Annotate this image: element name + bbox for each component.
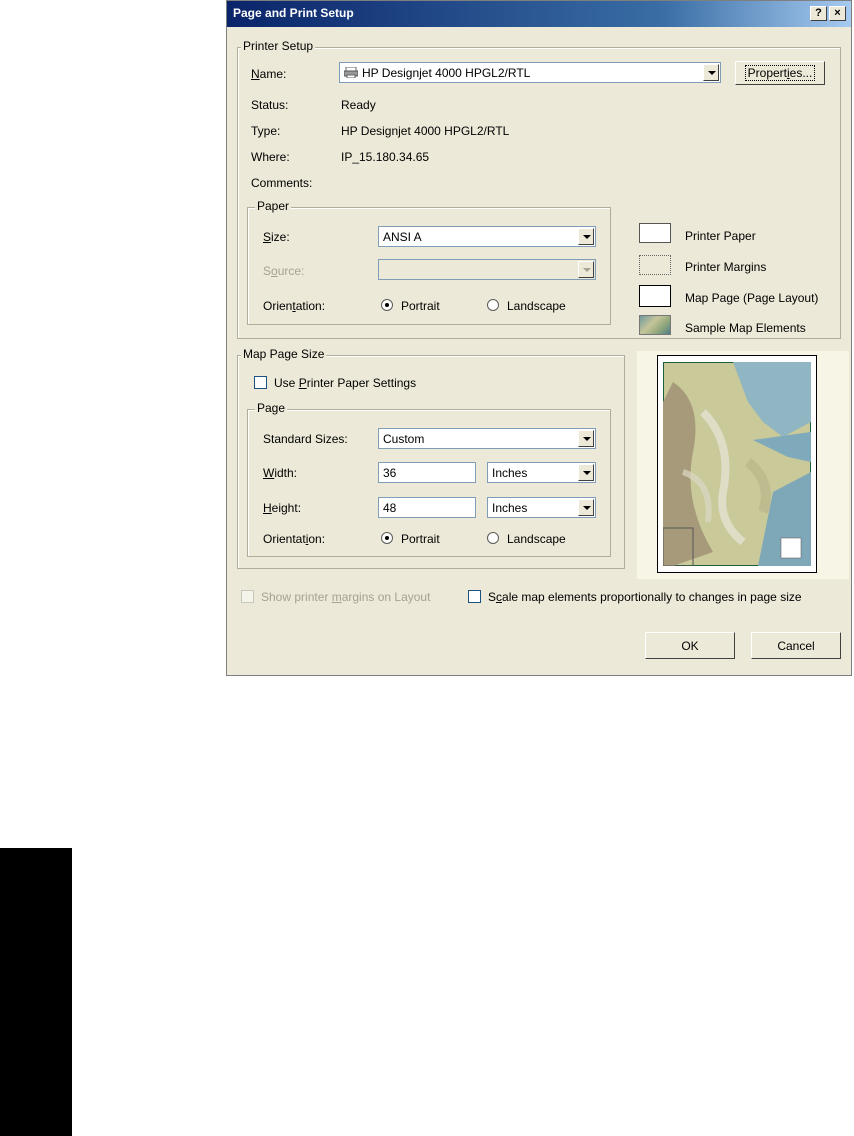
width-input[interactable]: 36 (378, 462, 476, 483)
chevron-down-icon[interactable] (578, 499, 594, 516)
width-unit-dropdown[interactable]: Inches (487, 462, 596, 483)
cancel-button[interactable]: Cancel (751, 632, 841, 659)
source-label: Source: (263, 264, 305, 278)
page-landscape-radio[interactable] (487, 532, 499, 544)
window-title: Page and Print Setup (233, 6, 354, 20)
width-unit-value: Inches (492, 466, 528, 480)
paper-portrait-label: Portrait (401, 299, 440, 313)
status-value: Ready (341, 98, 376, 112)
map-page-preview (657, 355, 817, 573)
printer-margins-legend-label: Printer Margins (685, 260, 767, 274)
type-label: Type: (251, 124, 281, 138)
printer-icon (343, 66, 359, 79)
height-input[interactable]: 48 (378, 497, 476, 518)
map-preview-panel (637, 351, 849, 579)
printer-paper-swatch (639, 223, 671, 243)
size-label: Size: (263, 230, 290, 244)
scale-elements-label: Scale map elements proportionally to cha… (488, 590, 802, 604)
standard-sizes-label: Standard Sizes: (263, 432, 348, 446)
page-portrait-radio[interactable] (381, 532, 393, 544)
chevron-down-icon[interactable] (578, 228, 594, 245)
page-portrait-label: Portrait (401, 532, 440, 546)
height-unit-dropdown[interactable]: Inches (487, 497, 596, 518)
comments-label: Comments: (251, 176, 313, 190)
status-label: Status: (251, 98, 289, 112)
properties-button-label: Properties... (736, 65, 824, 81)
printer-name-value: HP Designjet 4000 HPGL2/RTL (362, 66, 531, 80)
title-bar: Page and Print Setup ? × (227, 1, 851, 27)
width-label: Width: (263, 466, 298, 480)
help-button[interactable]: ? (810, 6, 827, 21)
printer-paper-legend-label: Printer Paper (685, 229, 756, 243)
sample-map-elements-icon (639, 315, 671, 335)
properties-button[interactable]: Properties... (735, 61, 825, 85)
printer-margins-swatch (639, 255, 671, 275)
map-page-swatch (639, 285, 671, 307)
ok-button[interactable]: OK (645, 632, 735, 659)
map-page-size-legend: Map Page Size (241, 347, 327, 361)
page-landscape-label: Landscape (507, 532, 566, 546)
paper-landscape-label: Landscape (507, 299, 566, 313)
black-side-tab (0, 848, 72, 1136)
type-value: HP Designjet 4000 HPGL2/RTL (341, 124, 510, 138)
standard-sizes-dropdown[interactable]: Custom (378, 428, 596, 449)
page-legend: Page (255, 401, 288, 415)
where-value: IP_15.180.34.65 (341, 150, 430, 164)
height-unit-value: Inches (492, 501, 528, 515)
sample-map-image (663, 362, 811, 566)
map-page-legend-label: Map Page (Page Layout) (685, 291, 819, 305)
chevron-down-icon[interactable] (703, 64, 719, 81)
page-orientation-label: Orientation: (263, 532, 326, 546)
standard-sizes-value: Custom (383, 432, 425, 446)
sample-elements-legend-label: Sample Map Elements (685, 321, 806, 335)
paper-source-dropdown[interactable] (378, 259, 596, 280)
paper-size-dropdown[interactable]: ANSI A (378, 226, 596, 247)
name-label: Name: (251, 67, 287, 81)
chevron-down-icon[interactable] (578, 464, 594, 481)
show-margins-checkbox[interactable] (241, 590, 254, 603)
where-label: Where: (251, 150, 290, 164)
printer-name-dropdown[interactable]: HP Designjet 4000 HPGL2/RTL (339, 62, 721, 83)
paper-landscape-radio[interactable] (487, 299, 499, 311)
cancel-button-label: Cancel (777, 638, 815, 653)
use-printer-paper-label: Use Printer Paper Settings (274, 376, 417, 390)
height-value: 48 (383, 501, 397, 515)
width-value: 36 (383, 466, 397, 480)
use-printer-paper-checkbox[interactable] (254, 376, 267, 389)
height-label: Height: (263, 501, 302, 515)
paper-size-value: ANSI A (383, 230, 422, 244)
ok-button-label: OK (681, 638, 699, 653)
printer-setup-legend: Printer Setup (241, 39, 316, 53)
scale-elements-checkbox[interactable] (468, 590, 481, 603)
page-and-print-setup-dialog: Page and Print Setup ? × Printer Setup N… (226, 0, 852, 676)
paper-portrait-radio[interactable] (381, 299, 393, 311)
help-icon: ? (815, 7, 822, 19)
paper-orientation-label: Orientation: (263, 299, 326, 313)
chevron-down-icon[interactable] (578, 261, 594, 278)
close-button[interactable]: × (829, 6, 846, 21)
paper-legend: Paper (255, 199, 292, 213)
close-icon: × (834, 7, 841, 19)
show-margins-label: Show printer margins on Layout (261, 590, 431, 604)
chevron-down-icon[interactable] (578, 430, 594, 447)
